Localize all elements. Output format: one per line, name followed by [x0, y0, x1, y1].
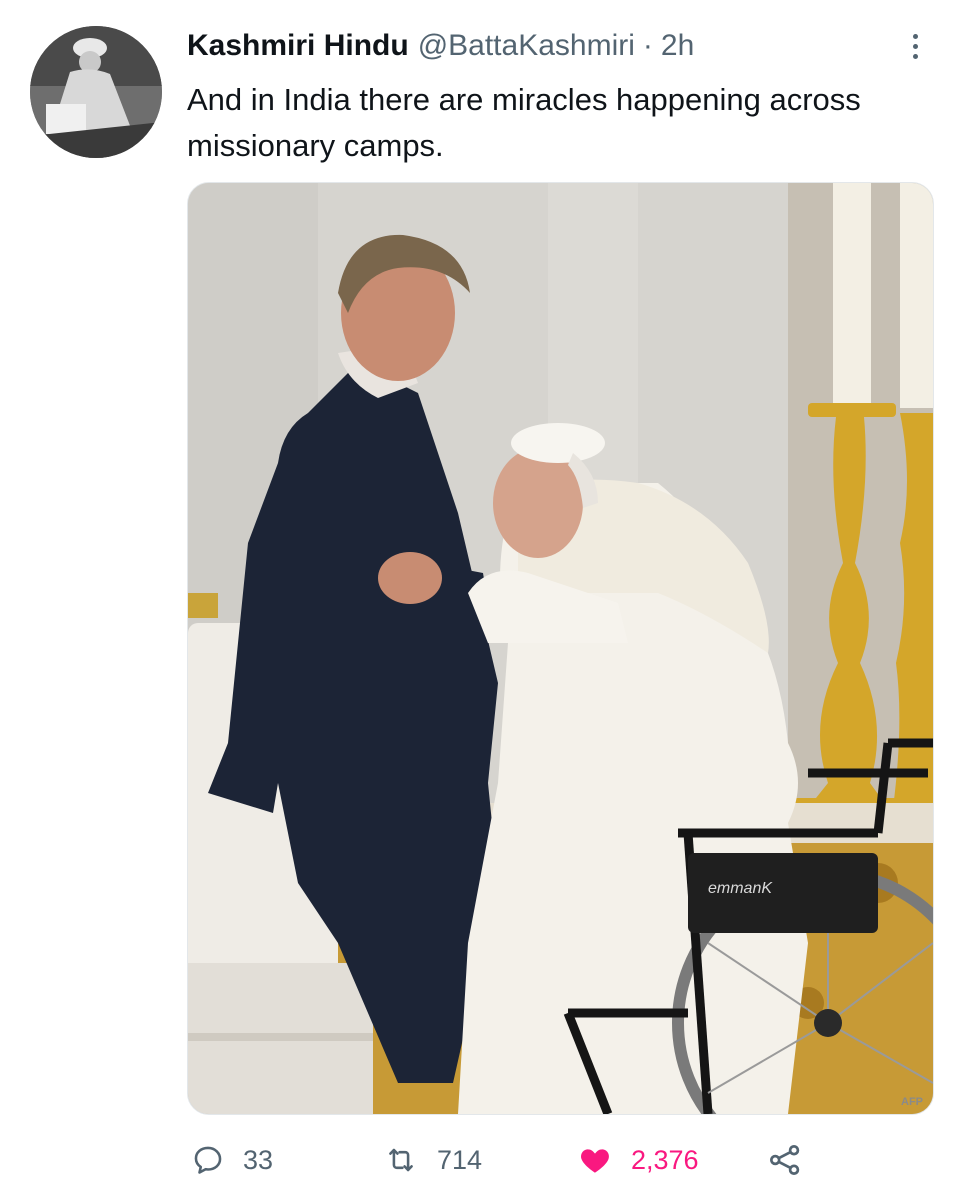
share-nodes-icon [770, 1145, 800, 1175]
wheelchair-label: emmanK [708, 880, 773, 897]
tweet-media-photo[interactable]: emmanK AFP [187, 182, 934, 1115]
separator-dot: · [642, 29, 653, 62]
tweet-text: And in India there are miracles happenin… [187, 82, 861, 163]
heart-filled-icon [581, 1149, 609, 1173]
tweet-header: Kashmiri Hindu @BattaKashmiri · 2h [187, 26, 901, 66]
timestamp[interactable]: 2h [661, 29, 694, 63]
retweet-count: 714 [437, 1144, 483, 1175]
photo-illustration: emmanK [188, 183, 933, 1114]
retweet-arrows-icon [389, 1148, 413, 1172]
avatar[interactable] [30, 26, 162, 158]
reply-bubble-icon [194, 1146, 222, 1174]
like-count: 2,376 [631, 1144, 699, 1175]
tweet-action-bar: 33 714 2,376 [187, 1135, 827, 1185]
avatar-image [30, 26, 162, 158]
retweet-button[interactable]: 714 [383, 1135, 482, 1185]
like-button[interactable]: 2,376 [577, 1135, 699, 1185]
reply-button[interactable]: 33 [191, 1135, 273, 1185]
display-name[interactable]: Kashmiri Hindu [187, 29, 409, 63]
share-button[interactable] [767, 1135, 803, 1185]
user-handle[interactable]: @BattaKashmiri [418, 29, 635, 63]
reply-count: 33 [243, 1144, 274, 1175]
photo-watermark: AFP [901, 1096, 923, 1108]
more-dots-icon[interactable] [903, 24, 927, 68]
